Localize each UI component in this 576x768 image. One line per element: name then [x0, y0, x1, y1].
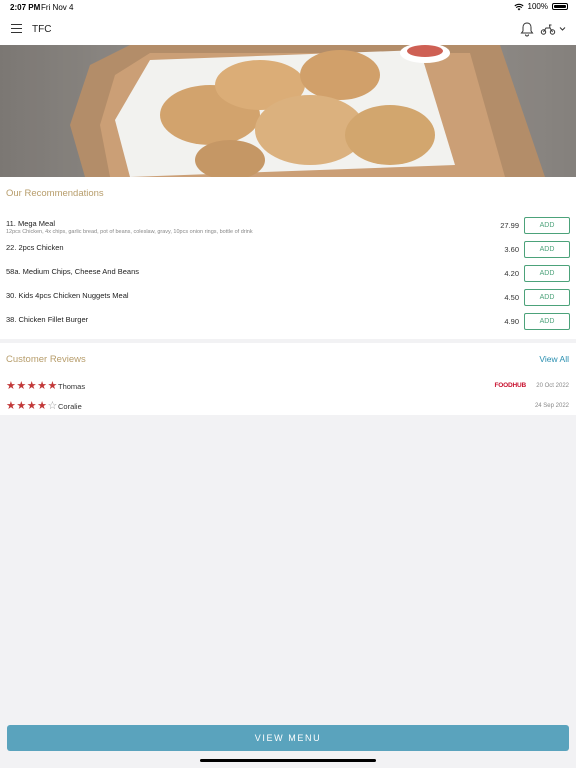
item-price: 4.90	[504, 317, 519, 326]
page-title: TFC	[32, 24, 52, 35]
reviewer-name: Coralie	[58, 402, 82, 411]
app-header: TFC	[0, 14, 576, 45]
add-button[interactable]: ADD	[524, 289, 570, 306]
star-rating: ★ ★ ★ ★ ★	[6, 381, 57, 392]
chevron-down-icon[interactable]	[559, 25, 566, 32]
star-empty-icon: ☆	[47, 400, 58, 412]
status-time: 2:07 PM	[10, 3, 41, 12]
review-row: ★ ★ ★ ★ ★ Thomas FOODHUB 20 Oct 2022	[0, 380, 576, 394]
item-price: 4.20	[504, 269, 519, 278]
list-item: 30. Kids 4pcs Chicken Nuggets Meal 4.50 …	[0, 287, 576, 309]
item-name: 38. Chicken Fillet Burger	[6, 315, 89, 324]
review-row: ★ ★ ★ ★ ☆ Coralie 24 Sep 2022	[0, 400, 576, 414]
star-filled-icon: ★	[6, 380, 16, 392]
star-filled-icon: ★	[26, 380, 37, 392]
item-name: 30. Kids 4pcs Chicken Nuggets Meal	[6, 291, 129, 300]
customer-reviews-section: Customer Reviews View All ★ ★ ★ ★ ★ Thomas F…	[0, 343, 576, 415]
hero-food-image	[0, 45, 576, 177]
battery-icon	[552, 3, 568, 10]
item-price: 27.99	[500, 221, 519, 230]
add-button[interactable]: ADD	[524, 241, 570, 258]
add-button[interactable]: ADD	[524, 313, 570, 330]
hamburger-menu-icon[interactable]	[11, 24, 22, 34]
reviewer-name: Thomas	[58, 382, 86, 391]
section-title-recommendations: Our Recommendations	[6, 188, 104, 199]
status-right: 100%	[513, 2, 568, 11]
view-all-link[interactable]: View All	[539, 354, 569, 364]
add-button[interactable]: ADD	[524, 265, 570, 282]
star-filled-icon: ★	[37, 400, 47, 412]
list-item: 22. 2pcs Chicken 3.60 ADD	[0, 239, 576, 261]
battery-percent: 100%	[527, 2, 548, 11]
section-title-reviews: Customer Reviews	[6, 354, 86, 365]
star-filled-icon: ★	[16, 380, 27, 392]
status-bar: 2:07 PM Fri Nov 4 100%	[0, 0, 576, 14]
star-filled-icon: ★	[26, 400, 37, 412]
item-price: 4.50	[504, 293, 519, 302]
item-description: 12pcs Chicken, 4x chips, garlic bread, p…	[6, 229, 253, 235]
list-item: 11. Mega Meal 12pcs Chicken, 4x chips, g…	[0, 215, 576, 237]
star-rating: ★ ★ ★ ★ ☆	[6, 401, 57, 412]
status-date: Fri Nov 4	[41, 3, 74, 12]
foodhub-logo: FOODHUB	[494, 382, 527, 389]
item-name: 11. Mega Meal	[6, 219, 56, 228]
item-name: 22. 2pcs Chicken	[6, 243, 64, 252]
wifi-icon	[513, 3, 524, 10]
recommendations-section: Our Recommendations 11. Mega Meal 12pcs …	[0, 177, 576, 339]
review-date: 24 Sep 2022	[534, 403, 569, 409]
view-menu-button[interactable]: VIEW MENU	[7, 725, 569, 751]
bell-icon[interactable]	[520, 21, 534, 37]
home-indicator[interactable]	[200, 759, 376, 762]
star-filled-icon: ★	[47, 380, 58, 392]
star-filled-icon: ★	[6, 400, 16, 412]
list-item: 38. Chicken Fillet Burger 4.90 ADD	[0, 311, 576, 333]
star-filled-icon: ★	[16, 400, 27, 412]
delivery-scooter-icon[interactable]	[540, 23, 556, 35]
list-item: 58a. Medium Chips, Cheese And Beans 4.20…	[0, 263, 576, 285]
item-price: 3.60	[504, 245, 519, 254]
item-name: 58a. Medium Chips, Cheese And Beans	[6, 267, 139, 276]
review-date: 20 Oct 2022	[536, 383, 569, 389]
add-button[interactable]: ADD	[524, 217, 570, 234]
star-filled-icon: ★	[37, 380, 47, 392]
fried-chicken-illustration	[0, 45, 576, 177]
